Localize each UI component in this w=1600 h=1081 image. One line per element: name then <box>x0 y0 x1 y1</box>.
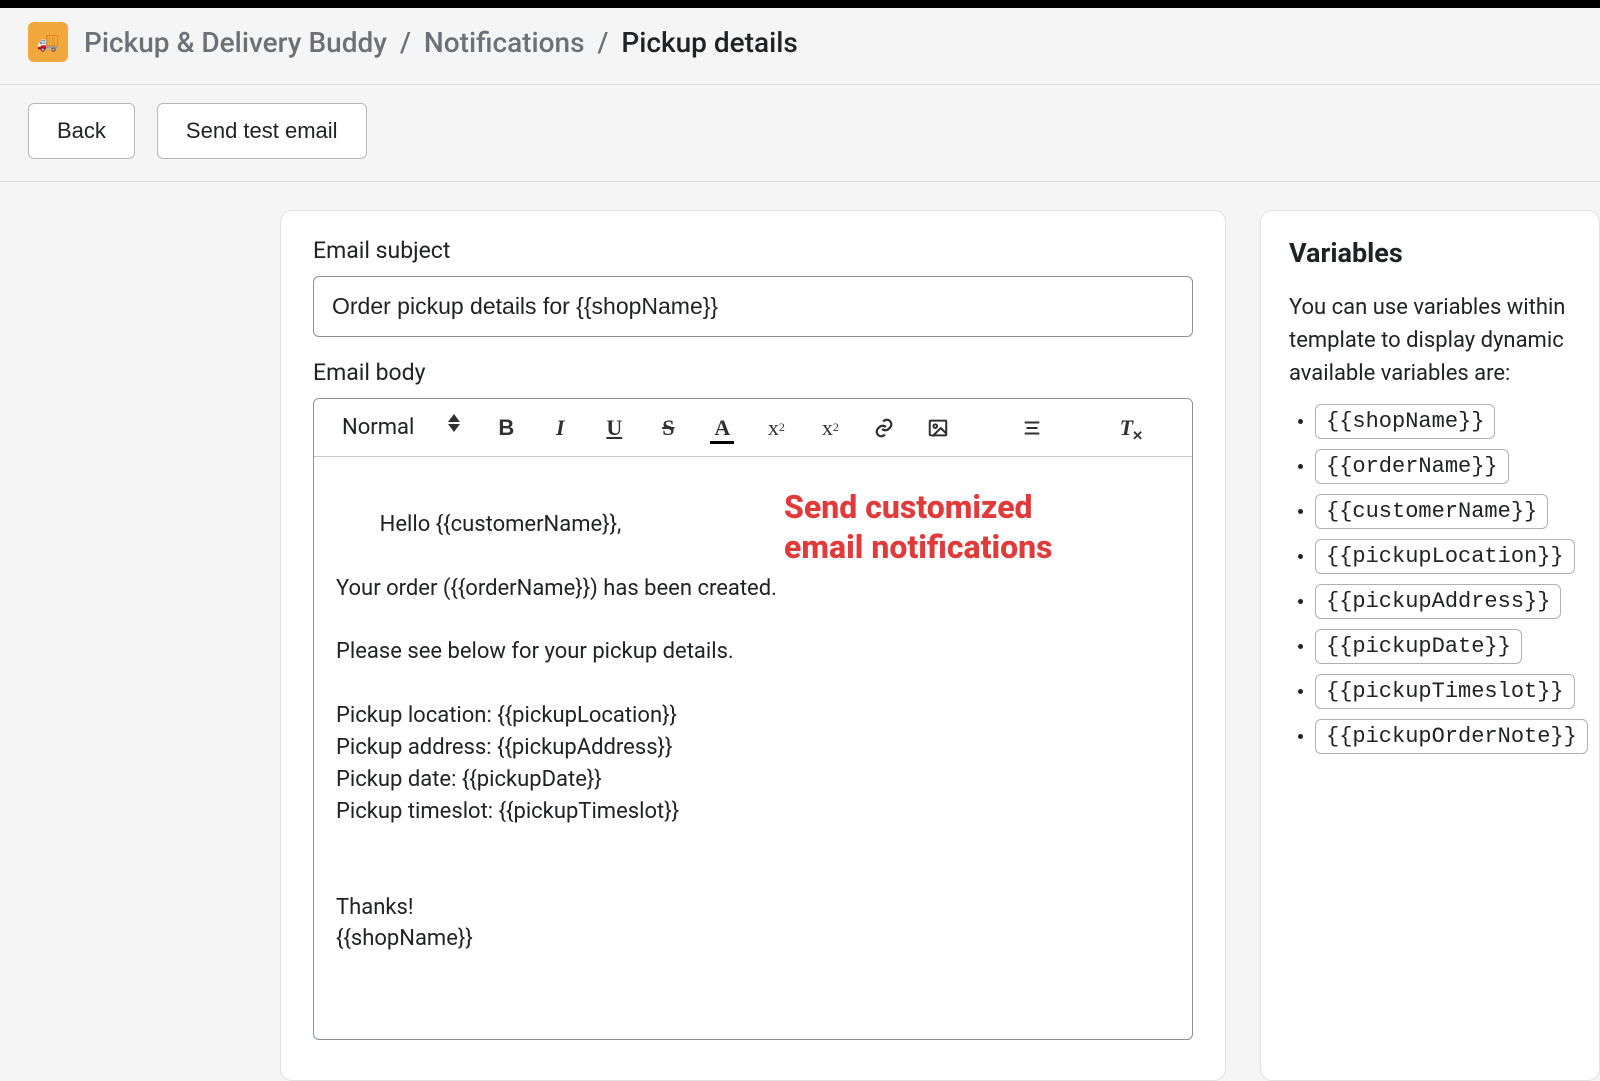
breadcrumb-current: Pickup details <box>621 26 797 59</box>
bold-icon[interactable]: B <box>492 414 520 442</box>
breadcrumb-section[interactable]: Notifications <box>424 26 585 59</box>
breadcrumb-sep: / <box>400 26 411 59</box>
window-top-bar <box>0 0 1600 8</box>
list-item: {{shopName}} <box>1315 404 1571 439</box>
breadcrumb-sep: / <box>597 26 608 59</box>
variable-chip[interactable]: {{orderName}} <box>1315 449 1509 484</box>
email-body-text: Hello {{customerName}}, Your order ({{or… <box>336 512 777 952</box>
link-icon[interactable] <box>870 414 898 442</box>
clear-format-icon[interactable]: T✕ <box>1112 414 1140 442</box>
email-subject-input[interactable] <box>313 276 1193 337</box>
chevron-updown-icon <box>448 424 460 432</box>
list-item: {{orderName}} <box>1315 449 1571 484</box>
variable-chip[interactable]: {{pickupLocation}} <box>1315 539 1575 574</box>
annotation-overlay: Send customized email notifications <box>784 487 1053 567</box>
variables-title: Variables <box>1289 237 1571 269</box>
list-item: {{pickupOrderNote}} <box>1315 719 1571 754</box>
breadcrumb-app[interactable]: Pickup & Delivery Buddy <box>84 26 387 59</box>
strikethrough-icon[interactable]: S <box>654 414 682 442</box>
list-item: {{pickupAddress}} <box>1315 584 1571 619</box>
variable-chip[interactable]: {{pickupOrderNote}} <box>1315 719 1588 754</box>
image-icon[interactable] <box>924 414 952 442</box>
format-select[interactable]: Normal <box>336 411 466 444</box>
page-header: 🚚 Pickup & Delivery Buddy / Notification… <box>0 8 1600 85</box>
italic-icon[interactable]: I <box>546 414 574 442</box>
breadcrumb: Pickup & Delivery Buddy / Notifications … <box>84 26 798 59</box>
text-color-icon[interactable]: A <box>708 414 736 442</box>
editor-toolbar: Normal B I U S A x2 x2 <box>314 399 1192 457</box>
variables-card: Variables You can use variables within t… <box>1260 210 1600 1081</box>
list-item: {{customerName}} <box>1315 494 1571 529</box>
variable-chip[interactable]: {{pickupTimeslot}} <box>1315 674 1575 709</box>
list-item: {{pickupDate}} <box>1315 629 1571 664</box>
superscript-icon[interactable]: x2 <box>816 414 844 442</box>
variable-chip[interactable]: {{pickupDate}} <box>1315 629 1522 664</box>
rich-text-editor: Normal B I U S A x2 x2 <box>313 398 1193 1040</box>
back-button[interactable]: Back <box>28 103 135 159</box>
app-logo: 🚚 <box>28 22 68 62</box>
format-select-label: Normal <box>342 415 414 440</box>
email-body-editor[interactable]: Hello {{customerName}}, Your order ({{or… <box>314 457 1192 1039</box>
variable-chip[interactable]: {{customerName}} <box>1315 494 1548 529</box>
list-item: {{pickupLocation}} <box>1315 539 1571 574</box>
email-editor-card: Email subject Email body Normal B I U S … <box>280 210 1226 1081</box>
underline-icon[interactable]: U <box>600 414 628 442</box>
variable-chip[interactable]: {{shopName}} <box>1315 404 1495 439</box>
subscript-icon[interactable]: x2 <box>762 414 790 442</box>
action-bar: Back Send test email <box>0 85 1600 182</box>
email-subject-label: Email subject <box>313 237 1193 264</box>
align-icon[interactable] <box>1018 414 1046 442</box>
variables-list: {{shopName}} {{orderName}} {{customerNam… <box>1289 404 1571 754</box>
email-body-label: Email body <box>313 359 1193 386</box>
content-row: Email subject Email body Normal B I U S … <box>0 182 1600 1081</box>
variable-chip[interactable]: {{pickupAddress}} <box>1315 584 1561 619</box>
variables-description: You can use variables within template to… <box>1289 291 1571 390</box>
send-test-email-button[interactable]: Send test email <box>157 103 367 159</box>
list-item: {{pickupTimeslot}} <box>1315 674 1571 709</box>
